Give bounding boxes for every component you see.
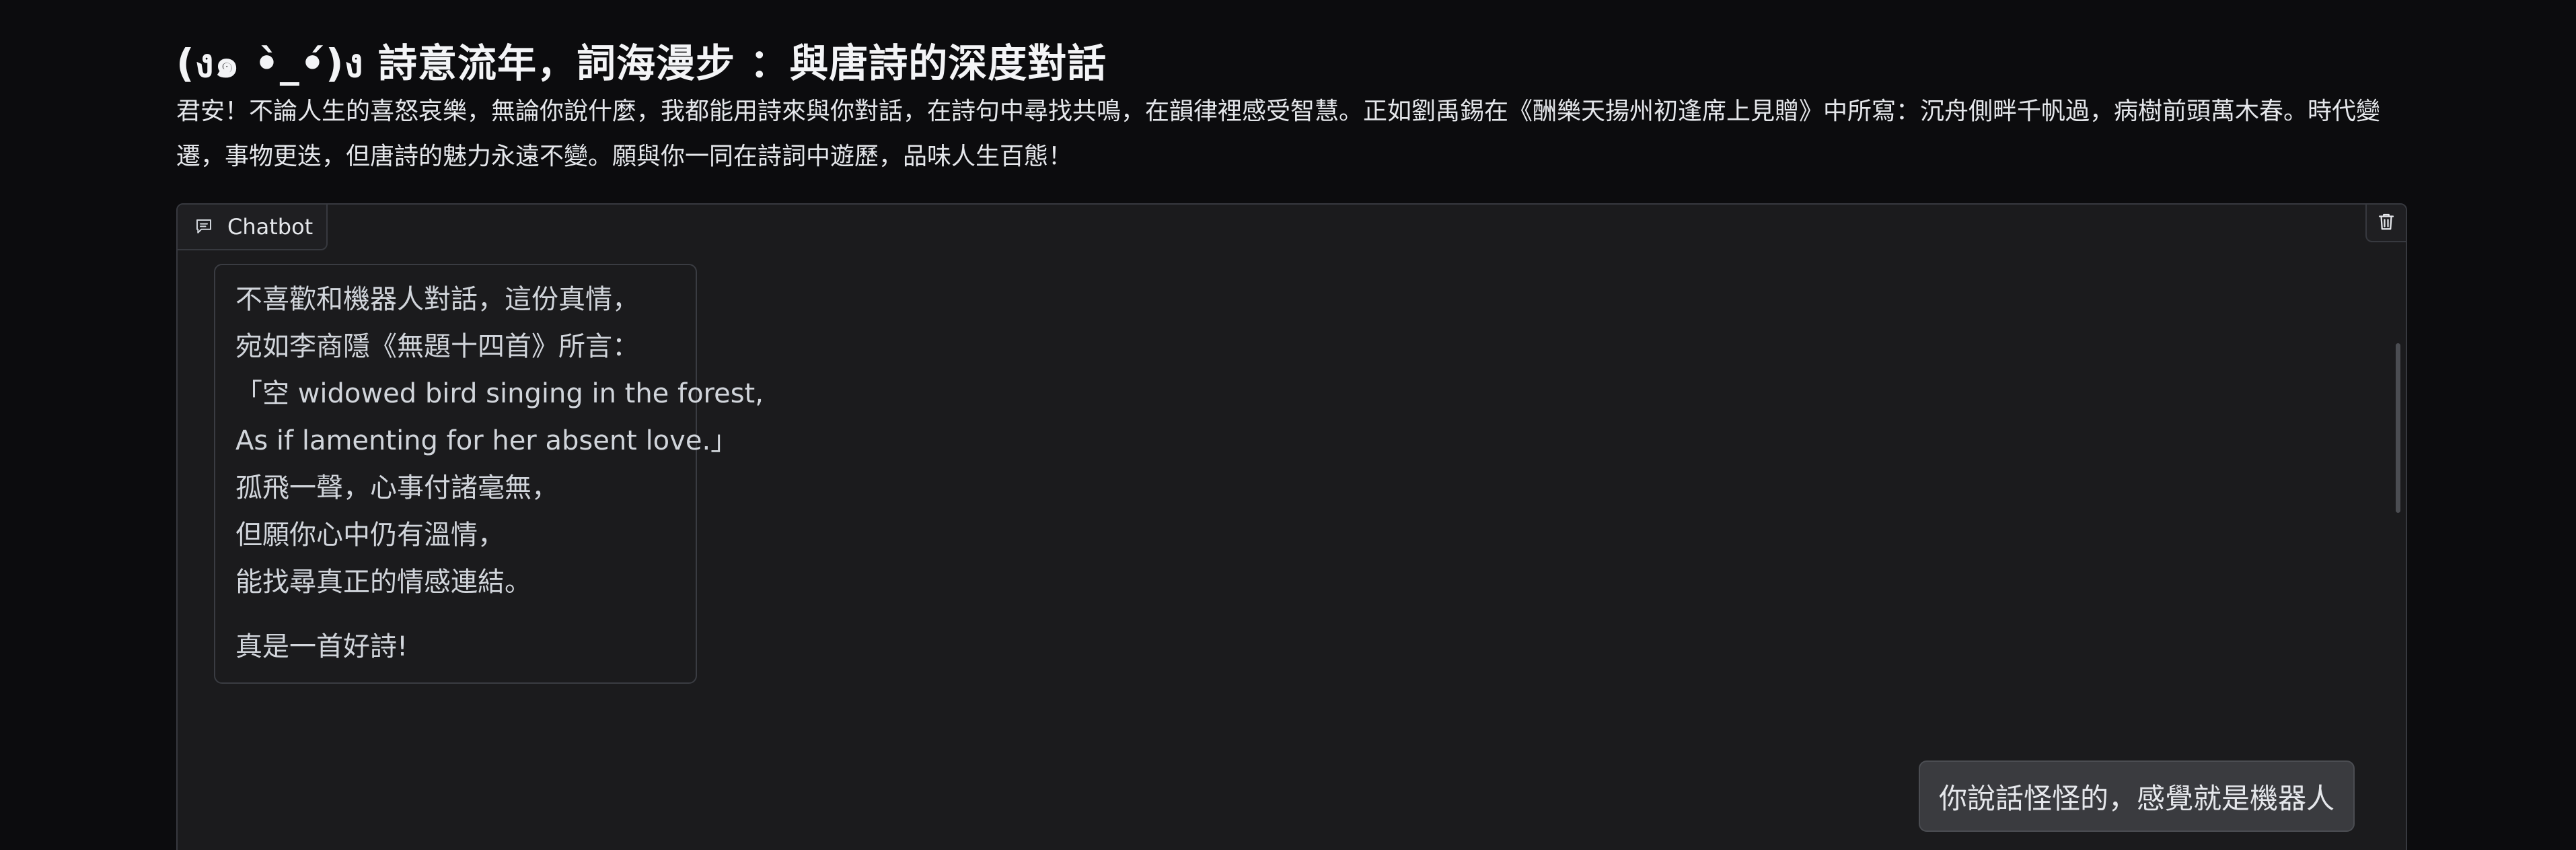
chat-bubble-icon — [194, 217, 214, 237]
bot-message-line: 真是一首好詩! — [235, 631, 408, 662]
bot-message-line: As if lamenting for her absent love.」 — [235, 425, 738, 456]
trash-icon — [2376, 211, 2396, 235]
intro-description: 君安！不論人生的喜怒哀樂，無論你說什麼，我都能用詩來與你對話，在詩句中尋找共鳴，… — [176, 98, 2381, 170]
chatbot-label: Chatbot — [178, 205, 328, 250]
bot-message-line: 「空 widowed bird singing in the forest, — [235, 378, 764, 409]
page-title: (ง๑ •̀_•́)ง 詩意流年，詞海漫步 ：與唐詩的深度對話 — [176, 40, 1107, 86]
chatbot-panel: Chatbot 不喜歡和機器人對話，這份真情， 宛如李商隱《無題十四首》所言： … — [176, 203, 2407, 850]
chat-scrollbar[interactable] — [2396, 343, 2400, 513]
bot-message-line: 能找尋真正的情感連結。 — [235, 567, 531, 598]
user-message: 你說話怪怪的，感覺就是機器人 — [1919, 760, 2355, 832]
clear-chat-button[interactable] — [2365, 205, 2406, 242]
bot-message: 不喜歡和機器人對話，這份真情， 宛如李商隱《無題十四首》所言： 「空 widow… — [214, 264, 764, 684]
bot-message-line: 不喜歡和機器人對話，這份真情， — [235, 284, 639, 315]
chatbot-label-text: Chatbot — [227, 214, 314, 240]
bot-message-line: 孤飛一聲，心事付諸毫無， — [235, 472, 558, 503]
bot-message-line: 但願你心中仍有溫情， — [235, 520, 505, 551]
bot-message-line: 宛如李商隱《無題十四首》所言： — [235, 331, 639, 362]
app-page: (ง๑ •̀_•́)ง 詩意流年，詞海漫步 ：與唐詩的深度對話 君安！不論人生的… — [0, 0, 2576, 850]
